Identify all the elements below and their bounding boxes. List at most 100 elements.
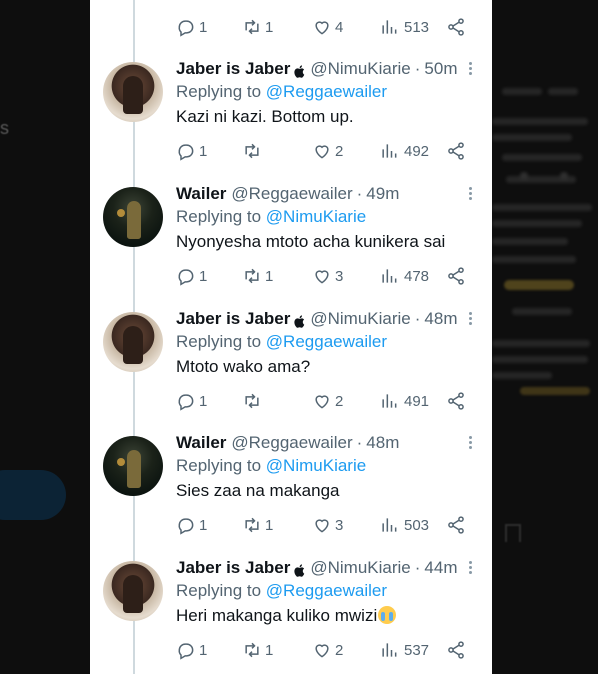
replying-to-link[interactable]: @Reggaewailer <box>266 82 387 101</box>
tweet[interactable]: Wailer @Reggaewailer · 49m Replying to @… <box>90 183 492 307</box>
more-icon[interactable] <box>466 60 474 80</box>
retweet-count: 1 <box>265 516 274 534</box>
reply-button[interactable]: 1 <box>176 390 207 412</box>
avatar[interactable] <box>103 187 163 247</box>
views-button[interactable]: 478 <box>379 265 429 287</box>
views-icon <box>382 394 397 408</box>
tweet[interactable]: Jaber is Jaber @NimuKiarie · 44m Replyin… <box>90 557 492 674</box>
share-icon <box>448 142 464 160</box>
retweet-button[interactable]: 1 <box>242 639 273 661</box>
user-handle[interactable]: @Reggaewailer <box>231 433 352 453</box>
display-name[interactable]: Jaber is Jaber <box>176 309 290 329</box>
avatar[interactable] <box>103 561 163 621</box>
more-icon[interactable] <box>466 185 474 205</box>
timestamp[interactable]: 48m <box>366 433 399 453</box>
tweet[interactable]: Jaber is Jaber @NimuKiarie · 48m Replyin… <box>90 308 492 432</box>
like-count: 2 <box>335 142 344 160</box>
reply-icon <box>178 518 194 535</box>
like-count: 3 <box>335 267 344 285</box>
share-button[interactable] <box>446 390 466 412</box>
like-button[interactable]: 3 <box>312 514 343 536</box>
avatar[interactable] <box>103 312 163 372</box>
views-count: 492 <box>404 142 430 160</box>
views-button[interactable]: 491 <box>379 390 429 412</box>
replying-to-link[interactable]: @NimuKiarie <box>266 207 366 226</box>
like-button[interactable]: 2 <box>312 140 343 162</box>
tweet[interactable]: Wailer @Reggaewailer · 48m Replying to @… <box>90 432 492 556</box>
tweet-text: Sies zaa na makanga <box>176 481 340 500</box>
tweet-header: Jaber is Jaber @NimuKiarie · 48m <box>176 308 458 330</box>
replying-prefix: Replying to <box>176 581 262 600</box>
views-button[interactable]: 537 <box>379 639 429 661</box>
retweet-button[interactable]: 1 <box>242 514 273 536</box>
replying-to-link[interactable]: @NimuKiarie <box>266 456 366 475</box>
tweet-actions: 1 1 2 537 <box>176 639 466 663</box>
timestamp[interactable]: 48m <box>424 309 457 329</box>
reply-button[interactable]: 1 <box>176 16 207 38</box>
crying-emoji-icon <box>378 606 397 624</box>
user-handle[interactable]: @NimuKiarie <box>310 558 410 578</box>
like-button[interactable]: 4 <box>312 16 343 38</box>
replying-to-link[interactable]: @Reggaewailer <box>266 332 387 351</box>
views-button[interactable]: 492 <box>379 140 429 162</box>
replying-to: Replying to @Reggaewailer <box>176 581 387 601</box>
timestamp[interactable]: 44m <box>424 558 457 578</box>
display-name[interactable]: Jaber is Jaber <box>176 59 290 79</box>
replying-to-link[interactable]: @Reggaewailer <box>266 581 387 600</box>
separator: · <box>414 558 421 577</box>
reply-icon <box>178 643 194 660</box>
retweet-button[interactable] <box>242 140 265 162</box>
avatar[interactable] <box>103 436 163 496</box>
separator: · <box>356 433 363 452</box>
like-button[interactable]: 2 <box>312 390 343 412</box>
reply-icon <box>178 144 194 161</box>
tweet[interactable]: Jaber is Jaber @NimuKiarie · 50m Replyin… <box>90 58 492 182</box>
reply-button[interactable]: 1 <box>176 140 207 162</box>
display-name[interactable]: Wailer <box>176 433 226 453</box>
share-button[interactable] <box>446 265 466 287</box>
share-button[interactable] <box>446 140 466 162</box>
user-handle[interactable]: @NimuKiarie <box>310 59 410 79</box>
reply-button[interactable]: 1 <box>176 514 207 536</box>
tweet-header: Jaber is Jaber @NimuKiarie · 44m <box>176 557 458 579</box>
more-icon[interactable] <box>466 559 474 579</box>
background-blurred-button <box>0 470 66 520</box>
views-count: 513 <box>404 18 430 36</box>
timestamp[interactable]: 50m <box>424 59 457 79</box>
tweet-actions: 1 1 3 503 <box>176 514 466 538</box>
more-icon[interactable] <box>466 310 474 330</box>
reply-button[interactable]: 1 <box>176 639 207 661</box>
like-icon <box>315 145 329 159</box>
tweet-actions: 1 1 3 478 <box>176 265 466 289</box>
like-button[interactable]: 2 <box>312 639 343 661</box>
share-icon <box>448 641 464 659</box>
replying-prefix: Replying to <box>176 82 262 101</box>
like-button[interactable]: 3 <box>312 265 343 287</box>
like-count: 3 <box>335 516 344 534</box>
share-button[interactable] <box>446 16 466 38</box>
share-button[interactable] <box>446 639 466 661</box>
more-icon[interactable] <box>466 434 474 454</box>
user-handle[interactable]: @Reggaewailer <box>231 184 352 204</box>
views-button[interactable]: 513 <box>379 16 429 38</box>
retweet-button[interactable] <box>242 390 265 412</box>
tweet-actions: 1 2 492 <box>176 140 466 164</box>
reply-count: 1 <box>199 392 208 410</box>
display-name[interactable]: Wailer <box>176 184 226 204</box>
avatar[interactable] <box>103 62 163 122</box>
reply-icon <box>178 269 194 286</box>
share-button[interactable] <box>446 514 466 536</box>
retweet-button[interactable]: 1 <box>242 16 273 38</box>
tweet-header: Wailer @Reggaewailer · 49m <box>176 183 399 205</box>
like-icon <box>315 644 329 658</box>
user-handle[interactable]: @NimuKiarie <box>310 309 410 329</box>
display-name[interactable]: Jaber is Jaber <box>176 558 290 578</box>
like-count: 4 <box>335 18 344 36</box>
retweet-button[interactable]: 1 <box>242 265 273 287</box>
views-button[interactable]: 503 <box>379 514 429 536</box>
like-icon <box>315 270 329 284</box>
timestamp[interactable]: 49m <box>366 184 399 204</box>
reply-button[interactable]: 1 <box>176 265 207 287</box>
views-count: 491 <box>404 392 430 410</box>
retweet-icon <box>245 268 259 284</box>
